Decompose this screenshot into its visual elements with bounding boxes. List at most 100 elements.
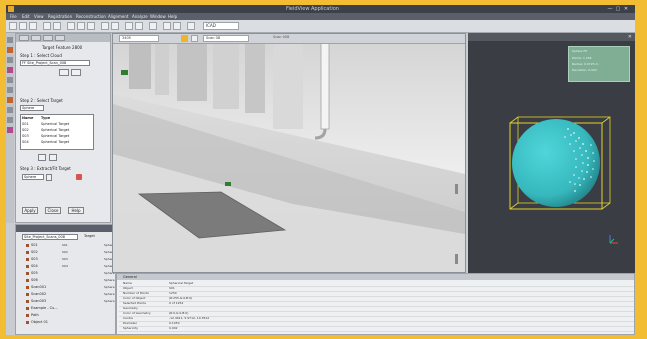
filter-icon[interactable] [173, 22, 181, 30]
tree-item[interactable]: Object 01 [26, 319, 48, 325]
tool-icon-8[interactable] [7, 107, 13, 113]
stats-line: Deviation: 0.002 [572, 68, 597, 72]
refresh-button[interactable] [71, 69, 81, 76]
list-item-type: Spherical Target [41, 140, 70, 144]
minimize-button[interactable]: — [607, 6, 613, 12]
tool-icon-2[interactable] [7, 47, 13, 53]
pick-cloud-button[interactable] [59, 69, 69, 76]
open-icon[interactable] [19, 22, 27, 30]
scan-viewport[interactable]: 3405 Scan 08 Scan 008 [112, 33, 466, 273]
fit-view-icon[interactable] [111, 22, 119, 30]
highlight-tool-icon[interactable] [181, 35, 188, 42]
help-button[interactable]: Help [68, 207, 84, 214]
tree-item[interactable]: Scan003 [26, 298, 46, 304]
step3-label: Step 3 : Extract/Fit Target [20, 166, 71, 171]
left-icon-strip [6, 33, 14, 223]
list-item[interactable]: S03 [22, 134, 29, 138]
menu-view[interactable]: View [34, 13, 44, 20]
list-item[interactable]: S04 [22, 140, 29, 144]
remove-target-button[interactable] [49, 154, 57, 161]
tree-item-label: Object 01 [31, 320, 48, 324]
tree-item[interactable]: Path [26, 312, 39, 318]
tree-item[interactable]: S03 [26, 256, 38, 262]
menu-analyze[interactable]: Analyze [132, 13, 148, 20]
fit-stats-overlay: Sphere Fit Points: 1 254 Radius: 0.0725 … [568, 46, 630, 82]
target-icon [26, 299, 29, 303]
target-type-select[interactable]: Sphere [20, 105, 44, 111]
cloud-select[interactable]: FF Site_Project_Scan_008 [20, 60, 90, 66]
save-icon[interactable] [29, 22, 37, 30]
grid-icon[interactable] [187, 22, 195, 30]
tree-item[interactable]: S02 [26, 249, 38, 255]
mode-field[interactable]: Scan 08 [203, 35, 249, 42]
tree-search-field[interactable]: Site_Project_Scans_008 [22, 234, 78, 240]
tree-item-label: S02 [31, 250, 38, 254]
menu-edit[interactable]: Edit [22, 13, 30, 20]
tree-item[interactable]: S04 [26, 263, 38, 269]
step2-label: Step 2 : Select Target [20, 98, 63, 103]
menu-alignment[interactable]: Alignment [108, 13, 129, 20]
list-item-type: Spherical Target [41, 128, 70, 132]
tree-item[interactable]: Example - Cu... [26, 305, 58, 311]
tool-icon-7[interactable] [7, 97, 13, 103]
view-mode-icon[interactable] [191, 35, 198, 42]
close-button[interactable]: ✕ [623, 6, 629, 12]
tab-2[interactable] [31, 35, 41, 41]
measure-icon[interactable] [125, 22, 133, 30]
undo-icon[interactable] [43, 22, 51, 30]
scale-field[interactable]: 3405 [119, 35, 159, 42]
tree-item[interactable]: Scan001 [26, 284, 46, 290]
settings-icon[interactable] [149, 22, 157, 30]
tree-panel-header [16, 225, 115, 232]
target-icon [26, 257, 29, 261]
tree-item[interactable]: S05 [26, 270, 38, 276]
camera-icon[interactable] [163, 22, 171, 30]
pan-icon[interactable] [77, 22, 85, 30]
step1-label: Step 1 : Select Cloud [20, 53, 62, 58]
tree-item[interactable]: S01 [26, 242, 38, 248]
add-target-button[interactable] [38, 154, 46, 161]
tool-icon-4[interactable] [7, 67, 13, 73]
sphere-3d-view[interactable]: ✕ Sphere Fit Points: 1 254 Radius: 0.072… [468, 33, 635, 273]
apply-button[interactable]: Apply [22, 207, 38, 214]
layers-icon[interactable] [135, 22, 143, 30]
tab-4[interactable] [55, 35, 65, 41]
coordinate-system-field[interactable]: ICAD [203, 22, 239, 30]
window-title: FieldView Application [286, 6, 339, 12]
tab-3[interactable] [43, 35, 53, 41]
tool-icon-10[interactable] [7, 127, 13, 133]
rotate-icon[interactable] [101, 22, 109, 30]
new-icon[interactable] [9, 22, 17, 30]
menu-window[interactable]: Window [150, 13, 166, 20]
main-toolbar: ICAD [6, 20, 635, 33]
select-icon[interactable] [67, 22, 75, 30]
tree-item-type: Sphere [104, 299, 115, 303]
tool-icon-9[interactable] [7, 117, 13, 123]
tab-1[interactable] [19, 35, 29, 41]
menu-registration[interactable]: Registration [48, 13, 72, 20]
menu-help[interactable]: Help [168, 13, 177, 20]
property-value: 0.002 [169, 326, 178, 330]
property-row[interactable]: Sphericity 0.002 [119, 326, 634, 332]
menu-file[interactable]: File [10, 13, 17, 20]
tree-item[interactable]: S06 [26, 277, 38, 283]
targets-list[interactable]: Name Type S01 Spherical Target S02 Spher… [20, 114, 94, 150]
list-item[interactable]: S01 [22, 122, 29, 126]
menu-reconstruction[interactable]: Reconstruction [76, 13, 106, 20]
fit-type-select[interactable]: Sphere [22, 174, 44, 180]
tool-icon-1[interactable] [7, 37, 13, 43]
tool-icon-3[interactable] [7, 57, 13, 63]
tree-item-label: Scan001 [31, 285, 47, 289]
maximize-button[interactable]: ▢ [615, 6, 621, 12]
tree-item-label: S04 [31, 264, 38, 268]
list-item[interactable]: S02 [22, 128, 29, 132]
properties-header: General [117, 274, 634, 280]
fit-options-button[interactable] [46, 174, 52, 181]
target-icon [26, 292, 29, 296]
tool-icon-5[interactable] [7, 77, 13, 83]
tree-item[interactable]: Scan002 [26, 291, 46, 297]
zoom-icon[interactable] [87, 22, 95, 30]
close-dialog-button[interactable]: Close [45, 207, 61, 214]
tool-icon-6[interactable] [7, 87, 13, 93]
redo-icon[interactable] [53, 22, 61, 30]
